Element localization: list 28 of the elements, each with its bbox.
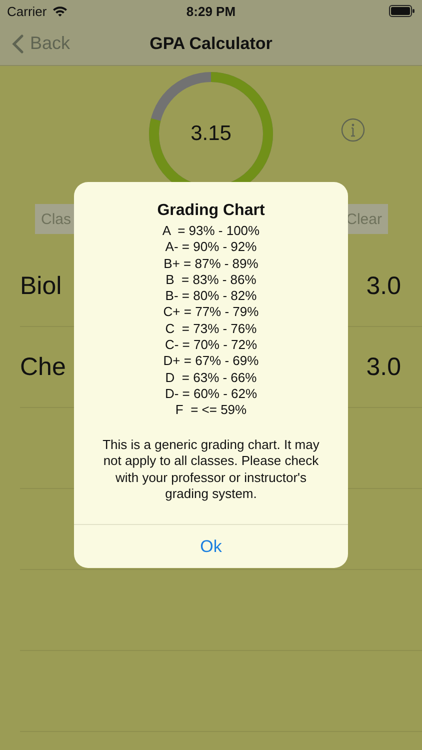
grade-range: B = 83% - 86% — [166, 272, 256, 288]
grade-range: D = 63% - 66% — [165, 370, 257, 386]
course-grade: 3.0 — [366, 272, 401, 300]
course-name: Che — [20, 352, 66, 382]
grade-range: D+ = 67% - 69% — [163, 353, 259, 370]
grade-range: B- = 80% - 82% — [165, 288, 257, 304]
grade-range: A- = 90% - 92% — [165, 239, 257, 256]
carrier-label: Carrier — [7, 4, 47, 18]
chevron-left-icon — [12, 34, 24, 54]
course-grade: 3.0 — [366, 352, 401, 382]
back-button[interactable]: Back — [0, 33, 70, 54]
status-time: 8:29 PM — [186, 4, 236, 18]
grade-range: F = <= 59% — [175, 402, 247, 419]
grade-range: C+ = 77% - 79% — [163, 304, 259, 321]
course-name: Biol — [20, 272, 62, 300]
grade-range: C- = 70% - 72% — [164, 337, 258, 354]
battery-icon — [389, 5, 415, 17]
dialog-message: This is a generic grading chart. It may not apply to all classes. Please check with your professor or instructor's grading system. — [102, 436, 320, 503]
dialog-title: Grading Chart — [157, 202, 265, 220]
grade-range: B+ = 87% - 89% — [164, 256, 258, 272]
gpa-value: 3.15 — [190, 122, 232, 146]
grade-range: A = 93% - 100% — [162, 223, 260, 240]
wifi-icon — [52, 5, 68, 17]
grade-range: D- = 60% - 62% — [164, 386, 258, 402]
nav-title: GPA Calculator — [150, 34, 272, 54]
info-icon[interactable] — [341, 118, 365, 142]
ok-button[interactable]: Ok — [74, 524, 348, 568]
grade-range: C = 73% - 76% — [165, 320, 257, 338]
